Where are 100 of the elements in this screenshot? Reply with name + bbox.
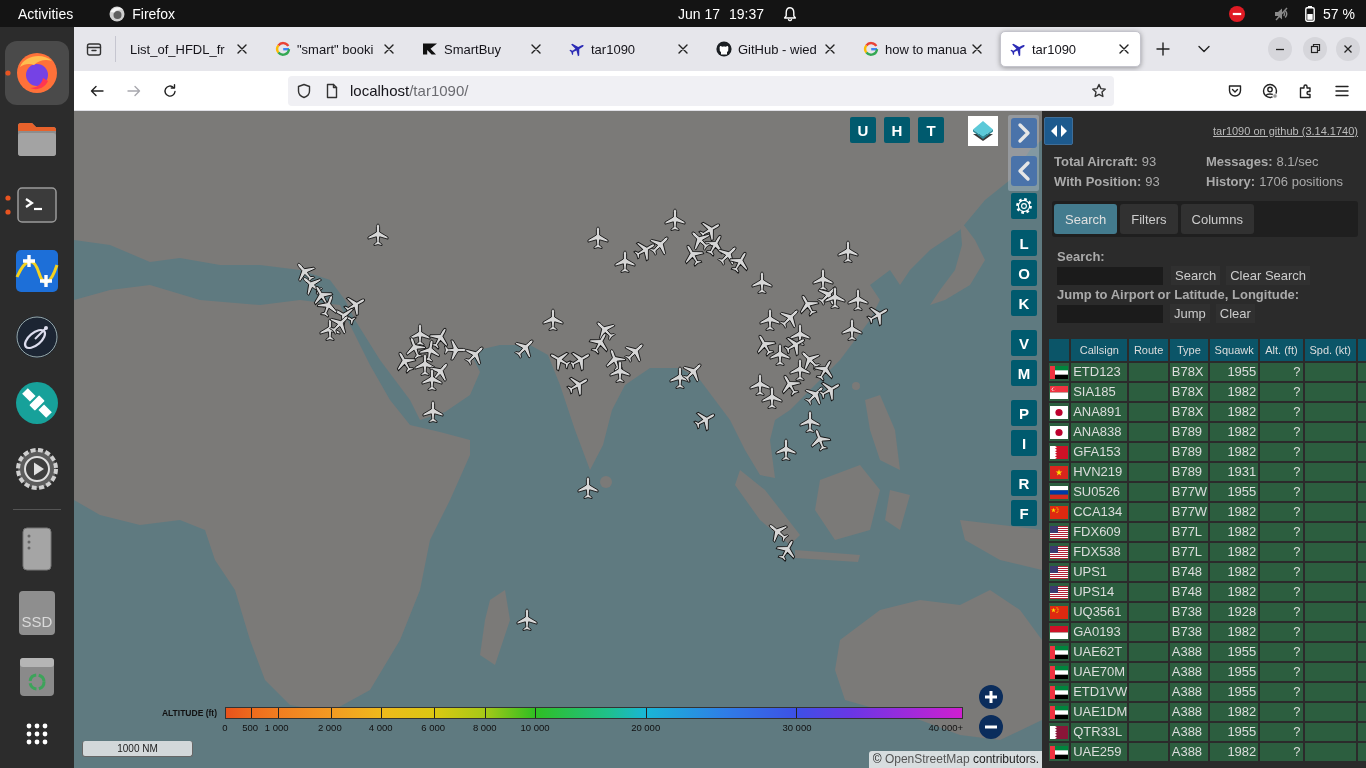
airplane-icon[interactable] [698,221,721,242]
airplane-icon[interactable] [810,429,832,452]
airplane-icon[interactable] [799,294,820,317]
airplane-icon[interactable] [568,351,591,372]
airplane-icon[interactable] [813,359,834,382]
airplane-icon[interactable] [566,376,589,397]
map-control-button[interactable]: V [1011,330,1037,356]
airplane-icon[interactable] [801,351,821,371]
column-header[interactable]: Alt. (ft) [1260,339,1303,361]
github-link[interactable]: tar1090 on github (3.14.1740) [1213,125,1358,137]
jump-button[interactable]: Jump [1170,304,1210,323]
openstreetmap-link[interactable]: OpenStreetMap [884,752,970,766]
airplane-icon[interactable] [549,351,572,372]
expand-button[interactable] [1010,118,1037,148]
map-control-button[interactable]: M [1011,360,1037,386]
activities-button[interactable]: Activities [18,0,74,27]
airplane-icon[interactable] [703,234,724,257]
plus-icon[interactable] [1155,41,1171,57]
airplane-icon[interactable] [343,296,366,317]
airplane-icon[interactable] [693,411,716,432]
column-header[interactable]: Squawk [1210,339,1259,361]
url-field[interactable]: localhost/tar1090/ [350,82,469,99]
airplane-icon[interactable] [769,343,791,367]
airplane-icon[interactable] [717,246,737,266]
airplane-icon[interactable] [316,295,338,318]
sidebar-toggle-button[interactable] [1044,117,1073,145]
browser-tab[interactable]: tar1090 [559,31,700,67]
airplane-icon[interactable] [428,327,449,350]
airplane-icon[interactable] [664,208,686,232]
airplane-icon[interactable] [761,386,783,410]
map-control-button[interactable]: U [850,117,876,143]
layers-icon[interactable] [968,116,998,146]
airplane-icon[interactable] [775,438,797,462]
map-control-button[interactable]: L [1011,230,1037,256]
zoom-out-icon[interactable] [979,715,1003,739]
dock-launcher-button[interactable] [5,41,69,105]
collapse-button[interactable] [1010,156,1037,186]
airplane-icon[interactable] [751,271,773,295]
clear-search-button[interactable]: Clear Search [1226,266,1311,285]
airplane-icon[interactable] [396,351,417,374]
airplane-icon[interactable] [866,306,889,327]
airplane-icon[interactable] [443,339,467,361]
airplane-icon[interactable] [684,244,705,267]
airplane-icon[interactable] [781,374,802,397]
settings-button[interactable] [1011,193,1037,219]
system-status-button[interactable]: 57 % [1229,0,1355,27]
browser-tab[interactable]: SmartBuy [412,31,553,67]
airplane-icon[interactable] [516,608,538,632]
column-header[interactable]: Callsign [1071,339,1128,361]
puzzle-icon[interactable] [1298,82,1314,99]
panel-tab[interactable]: Filters [1120,204,1178,234]
browser-tab[interactable]: how to manua [853,31,994,67]
airplane-icon[interactable] [605,349,627,372]
map-control-button[interactable]: O [1011,260,1037,286]
airplane-icon[interactable] [297,262,316,284]
map-control-button[interactable]: I [1011,430,1037,456]
restore-icon[interactable] [1303,37,1327,61]
star-icon[interactable] [1091,82,1107,99]
clear-button[interactable]: Clear [1215,304,1255,323]
airplane-icon[interactable] [302,277,324,296]
airplane-icon[interactable] [691,231,711,251]
zoom-in-icon[interactable] [979,685,1003,709]
airplane-icon[interactable] [329,315,349,335]
airplane-icon[interactable] [414,353,436,377]
airplane-icon[interactable] [728,251,749,274]
map-control-button[interactable]: R [1011,470,1037,496]
airplane-icon[interactable] [418,339,440,363]
airplane-icon[interactable] [367,223,389,247]
airplane-icon[interactable] [577,476,599,500]
airplane-icon[interactable] [779,309,799,329]
airplane-icon[interactable] [464,346,484,366]
airplane-icon[interactable] [542,308,564,332]
airplane-icon[interactable] [682,363,702,383]
airplane-icon[interactable] [749,373,771,397]
map-control-button[interactable]: T [918,117,944,143]
map-control-button[interactable]: H [884,117,910,143]
airplane-icon[interactable] [837,240,859,264]
map-control-button[interactable]: K [1011,290,1037,316]
browser-tab[interactable]: List_of_HFDL_fr [118,31,259,67]
airplane-icon[interactable] [812,268,834,292]
airplane-icon[interactable] [824,286,846,310]
airplane-icon[interactable] [609,360,631,384]
airplane-icon[interactable] [614,250,636,274]
airplane-icon[interactable] [405,337,427,360]
account-icon[interactable] [1262,82,1278,99]
airplane-icon[interactable] [421,368,443,392]
airplane-icon[interactable] [669,366,691,390]
airplane-icon[interactable] [409,323,431,347]
page-icon[interactable] [324,82,340,99]
shield-icon[interactable] [296,82,312,99]
airplane-icon[interactable] [759,308,781,332]
browser-tab[interactable]: GitHub - wied [706,31,847,67]
airplane-icon[interactable] [818,381,841,402]
column-header[interactable]: Type [1169,339,1208,361]
airplane-icon[interactable] [799,410,821,434]
pocket-icon[interactable] [1227,82,1243,99]
column-header[interactable]: Route [1129,339,1168,361]
map-control-button[interactable]: P [1011,400,1037,426]
airplane-icon[interactable] [422,400,444,424]
airplane-icon[interactable] [514,339,534,359]
